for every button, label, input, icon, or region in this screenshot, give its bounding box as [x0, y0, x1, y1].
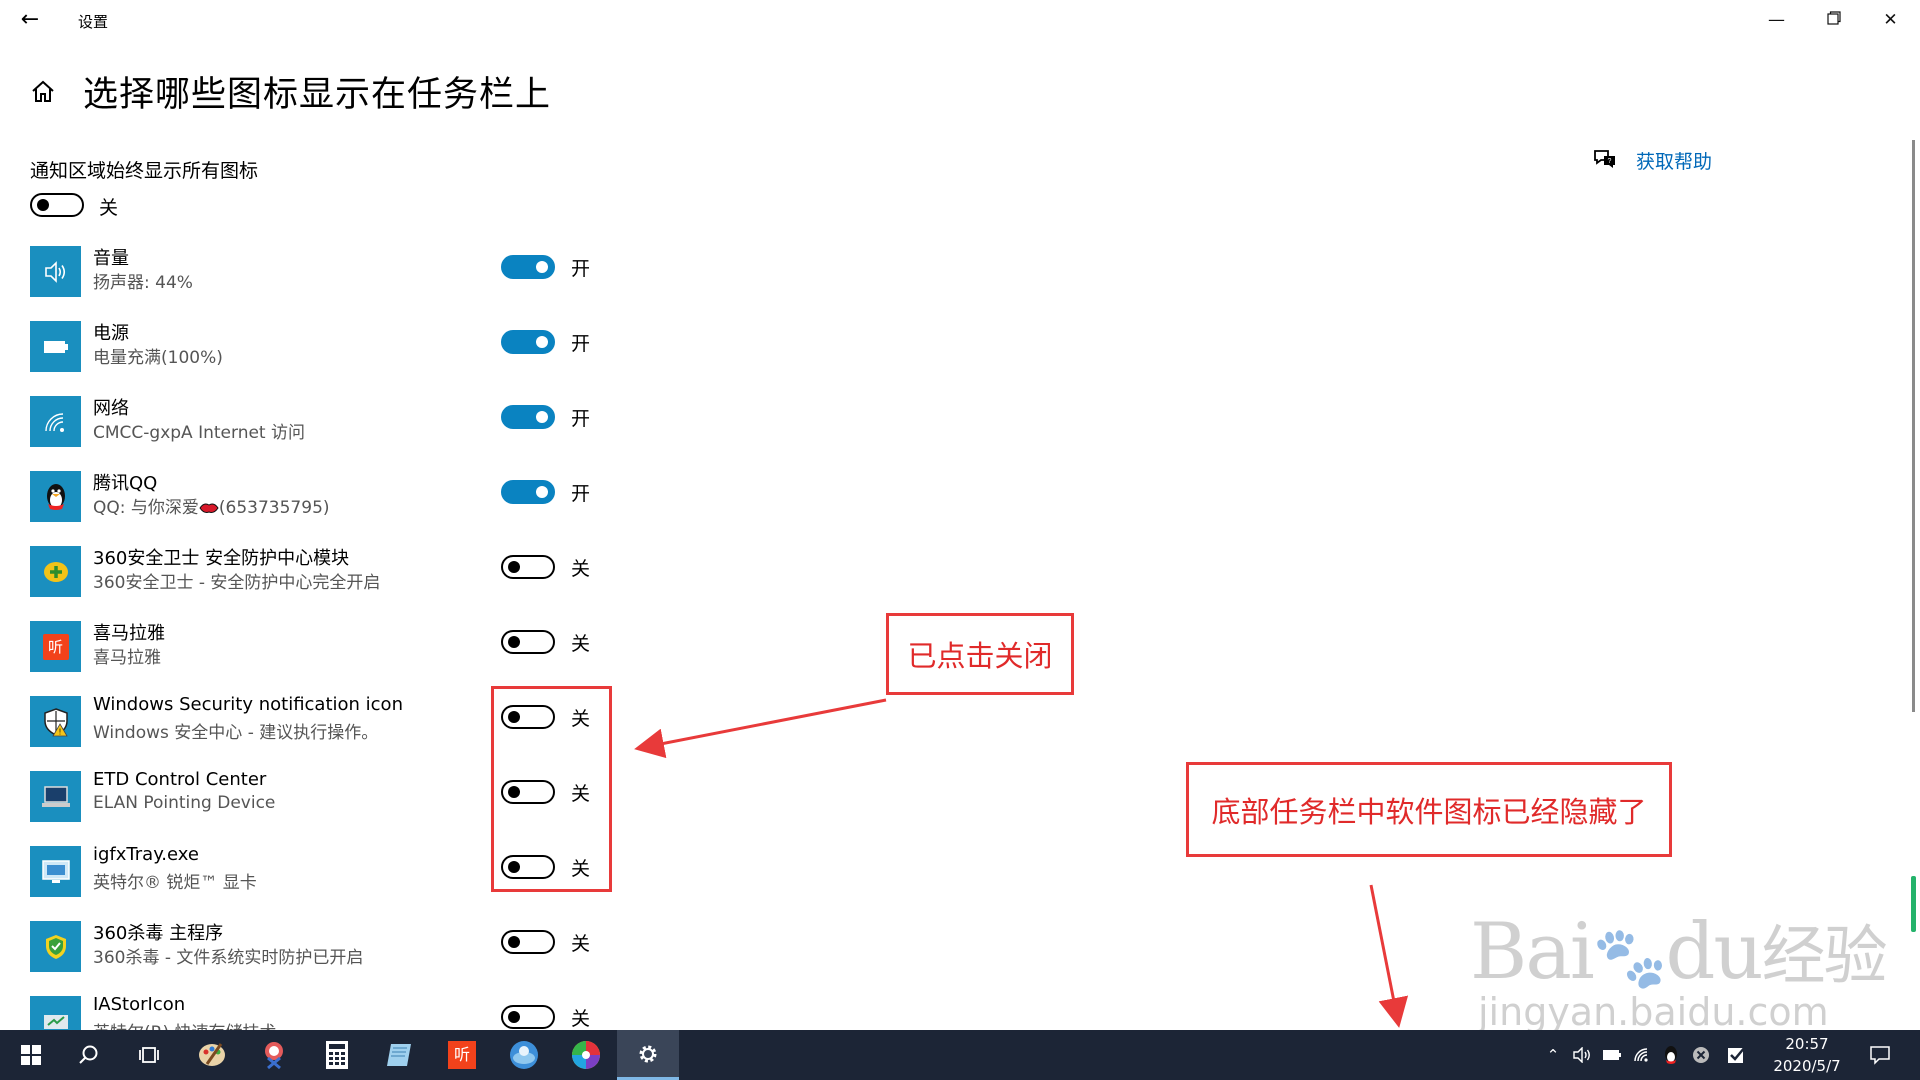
settings-gear-icon[interactable] — [617, 1030, 679, 1080]
action-center-icon[interactable] — [1868, 1045, 1892, 1065]
clock-date: 2020/5/7 — [1773, 1057, 1841, 1075]
clock-time: 20:57 — [1785, 1035, 1829, 1053]
checkbox-icon[interactable] — [1727, 1045, 1747, 1065]
notepad-icon[interactable] — [368, 1030, 430, 1080]
taskbar-clock[interactable]: 20:57 2020/5/7 — [1765, 1033, 1849, 1077]
windows-start-icon[interactable] — [0, 1030, 62, 1080]
arrow-to-tray — [1369, 884, 1409, 1028]
arrow-to-toggles — [634, 698, 887, 759]
chevron-up-icon[interactable]: ⌃ — [1543, 1045, 1563, 1065]
watermark-brand: Bai🐾du经验 — [1470, 907, 1888, 997]
search-icon[interactable] — [58, 1030, 120, 1080]
taskbar: 听 ⌃ — [0, 1030, 1920, 1080]
wifi-icon[interactable] — [1632, 1045, 1652, 1065]
paint-icon[interactable] — [181, 1030, 243, 1080]
battery-icon[interactable] — [1602, 1045, 1622, 1065]
ximalaya-app-icon[interactable]: 听 — [431, 1030, 493, 1080]
watermark-url: jingyan.baidu.com — [1478, 990, 1829, 1034]
browser-icon[interactable] — [493, 1030, 555, 1080]
paw-mark: 🐾 — [1592, 923, 1668, 993]
qq-icon[interactable] — [1661, 1045, 1681, 1065]
color-picker-icon[interactable] — [555, 1030, 617, 1080]
snipping-icon[interactable] — [243, 1030, 305, 1080]
close-circle-icon[interactable] — [1691, 1045, 1711, 1065]
task-view-icon[interactable] — [118, 1030, 180, 1080]
calculator-icon[interactable] — [306, 1030, 368, 1080]
volume-icon[interactable] — [1572, 1045, 1592, 1065]
